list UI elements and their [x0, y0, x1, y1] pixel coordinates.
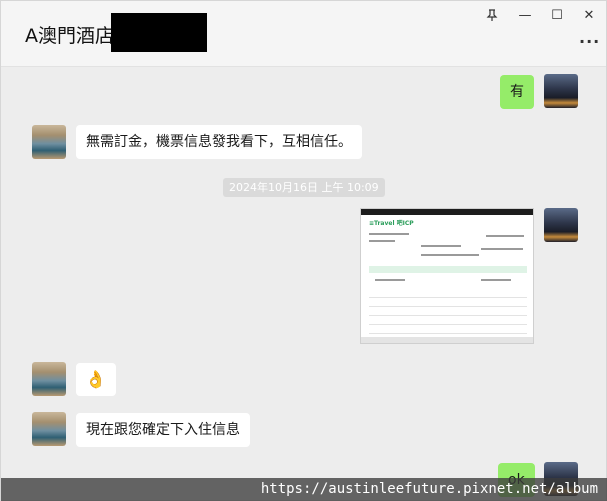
- image-topbar: [361, 209, 533, 215]
- redaction-block: [111, 13, 207, 52]
- message-bubble[interactable]: 有: [500, 75, 534, 109]
- image-table-row: [369, 327, 527, 334]
- message-timestamp: 2024年10月16日 上午 10:09: [223, 178, 385, 197]
- image-logo-text: ≡Travel 吧ICP: [369, 220, 414, 227]
- self-avatar[interactable]: [544, 74, 578, 108]
- image-footer: [361, 337, 533, 343]
- chat-window: A澳門酒店 — ☐ ✕ ··· 有 無需訂金，機票信息發我看下，互相信任。 20…: [0, 0, 607, 501]
- maximize-button[interactable]: ☐: [542, 5, 572, 25]
- image-line: [369, 240, 395, 242]
- image-table-row: [369, 291, 527, 298]
- watermark-text: https://austinleefuture.pixnet.net/album: [260, 481, 598, 497]
- self-avatar[interactable]: [544, 208, 578, 242]
- title-bar: A澳門酒店 — ☐ ✕ ···: [1, 1, 606, 67]
- image-line: [375, 279, 405, 281]
- message-bubble[interactable]: 無需訂金，機票信息發我看下，互相信任。: [76, 125, 362, 159]
- chat-title: A澳門酒店: [25, 25, 114, 47]
- pin-icon: [486, 8, 498, 21]
- message-bubble[interactable]: 現在跟您確定下入住信息: [76, 413, 250, 447]
- image-table-row: [369, 300, 527, 307]
- image-highlight-row: [369, 266, 527, 273]
- close-button[interactable]: ✕: [574, 5, 604, 25]
- image-line: [421, 254, 479, 256]
- image-line: [481, 248, 523, 250]
- image-line: [421, 245, 461, 247]
- contact-avatar[interactable]: [32, 125, 66, 159]
- image-line: [369, 233, 409, 235]
- more-options-icon[interactable]: ···: [579, 32, 600, 51]
- watermark-bar: https://austinleefuture.pixnet.net/album: [1, 478, 607, 501]
- image-table-row: [369, 309, 527, 316]
- contact-avatar[interactable]: [32, 412, 66, 446]
- image-message[interactable]: ≡Travel 吧ICP: [360, 208, 534, 344]
- emoji-message[interactable]: 👌: [76, 363, 116, 396]
- pin-button[interactable]: [477, 5, 507, 25]
- image-line: [486, 235, 524, 237]
- minimize-button[interactable]: —: [510, 5, 540, 25]
- image-table-row: [369, 318, 527, 325]
- image-line: [481, 279, 511, 281]
- contact-avatar[interactable]: [32, 362, 66, 396]
